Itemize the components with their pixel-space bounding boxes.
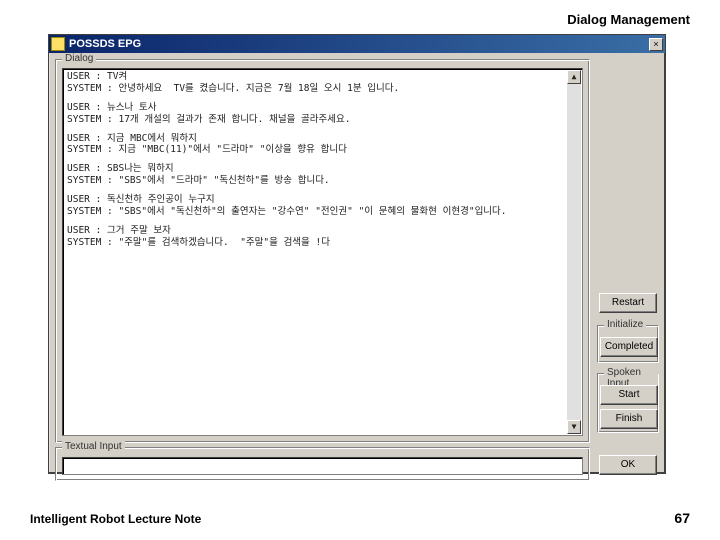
dialog-log-textarea[interactable]: USER : TV켜 SYSTEM : 안녕하세요 TV를 켰습니다. 지금은 …	[62, 68, 583, 436]
dialog-groupbox: Dialog USER : TV켜 SYSTEM : 안녕하세요 TV를 켰습니…	[55, 59, 590, 443]
textual-input-groupbox: Textual Input	[55, 447, 590, 481]
window-title: POSSDS EPG	[69, 38, 647, 50]
scroll-down-icon[interactable]: ▼	[567, 420, 581, 434]
ok-button[interactable]: OK	[599, 455, 657, 475]
slide-footer-note: Intelligent Robot Lecture Note	[30, 512, 201, 526]
slide-header-title: Dialog Management	[567, 12, 690, 27]
finish-button[interactable]: Finish	[600, 409, 658, 429]
dialog-turn: USER : 지금 MBC에서 뭐하지 SYSTEM : 지금 "MBC(11)…	[67, 133, 578, 157]
start-button[interactable]: Start	[600, 385, 658, 405]
restart-button[interactable]: Restart	[599, 293, 657, 313]
dialog-scrollbar[interactable]: ▲ ▼	[567, 70, 581, 434]
client-area: Dialog USER : TV켜 SYSTEM : 안녕하세요 TV를 켰습니…	[49, 53, 665, 473]
completed-button[interactable]: Completed	[600, 337, 658, 357]
scroll-up-icon[interactable]: ▲	[567, 70, 581, 84]
slide-page-number: 67	[674, 510, 690, 526]
initialize-groupbox-label: Initialize	[604, 319, 646, 330]
app-window: POSSDS EPG × Dialog USER : TV켜 SYSTEM : …	[48, 34, 666, 474]
dialog-turn: USER : SBS나는 뭐하지 SYSTEM : "SBS"에서 "드라마" …	[67, 163, 578, 187]
dialog-turn: USER : 독신천하 주인공이 누구지 SYSTEM : "SBS"에서 "독…	[67, 194, 578, 218]
dialog-turn: USER : 뉴스나 토사 SYSTEM : 17개 개설의 걸과가 존재 합니…	[67, 102, 578, 126]
spoken-input-groupbox: Spoken Input Start Finish	[597, 373, 659, 433]
right-button-column: Restart Initialize Completed Spoken Inpu…	[597, 59, 659, 467]
app-icon	[51, 37, 65, 51]
textual-input-label: Textual Input	[62, 441, 125, 452]
initialize-groupbox: Initialize Completed	[597, 325, 659, 363]
textual-input-field[interactable]	[62, 457, 583, 475]
dialog-groupbox-label: Dialog	[62, 53, 96, 64]
dialog-turn: USER : TV켜 SYSTEM : 안녕하세요 TV를 켰습니다. 지금은 …	[67, 71, 578, 95]
dialog-turn: USER : 그거 주말 보자 SYSTEM : "주말"를 검색하겠습니다. …	[67, 225, 578, 249]
close-button[interactable]: ×	[649, 38, 663, 51]
titlebar: POSSDS EPG ×	[49, 35, 665, 53]
